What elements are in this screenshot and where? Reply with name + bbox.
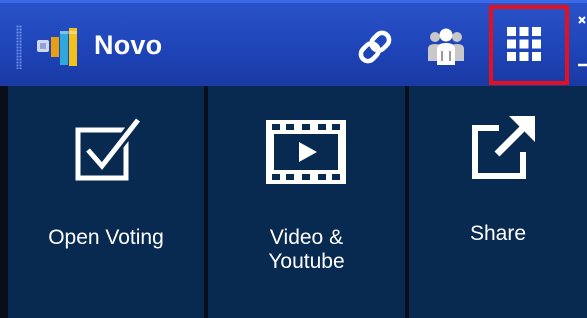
tile-share[interactable]: Share [409,86,587,318]
tile-label-share: Share [469,222,527,245]
window-controls [578,16,587,67]
novo-app-window: Novo Open Voting Video & Youtube Share [0,0,587,318]
tile-open-voting[interactable]: Open Voting [8,86,204,318]
tile-label-video-line2: Youtube [268,250,345,273]
apps-grid-icon[interactable] [505,25,543,63]
feature-tiles: Open Voting Video & Youtube Share [0,86,587,318]
tile-label-video-youtube: Video & Youtube [208,226,405,274]
checkbox-icon [75,116,143,181]
link-icon[interactable] [355,27,395,67]
novo-logo-icon [37,28,77,66]
tile-label-open-voting: Open Voting [48,226,164,249]
app-title: Novo [94,30,163,60]
people-icon[interactable] [425,25,467,67]
share-icon [472,116,535,179]
drag-grip-handle[interactable] [16,25,22,69]
film-play-icon [266,120,346,184]
close-icon[interactable] [578,16,586,24]
tile-label-video-line1: Video & [269,226,344,249]
header-bar: Novo [0,0,587,86]
tile-video-youtube[interactable]: Video & Youtube [208,86,405,318]
